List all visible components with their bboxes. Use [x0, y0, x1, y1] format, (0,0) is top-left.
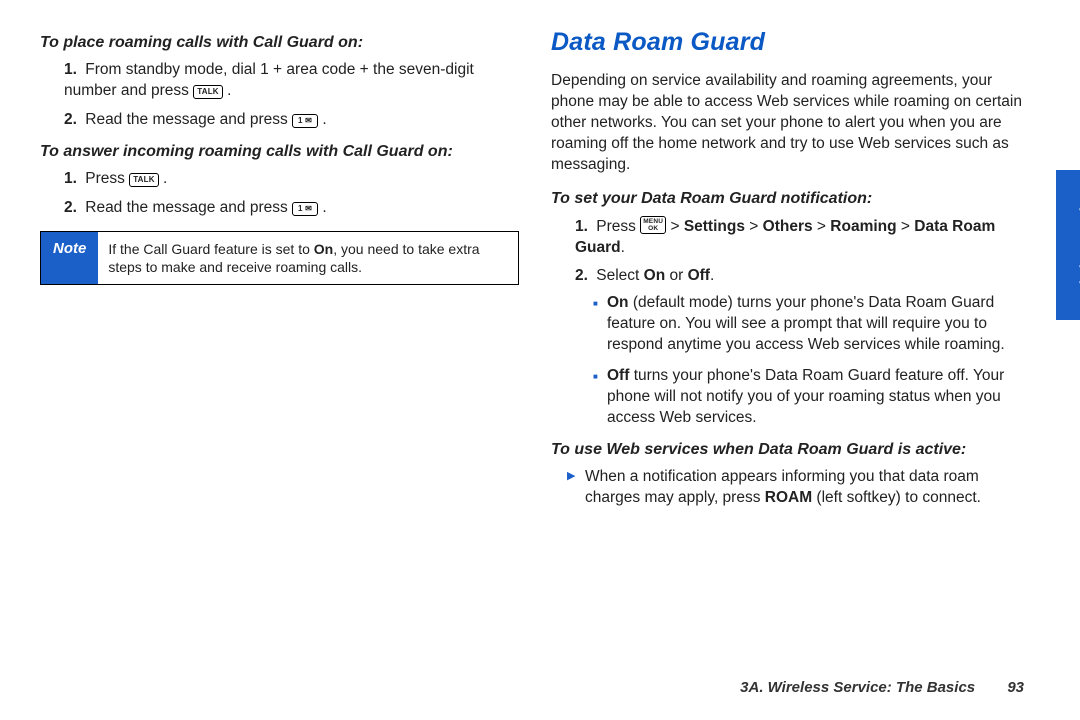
right-column: Data Roam Guard Depending on service ava… — [551, 28, 1030, 519]
page-footer: 3A. Wireless Service: The Basics 93 — [740, 679, 1024, 696]
step-text: > — [813, 218, 831, 235]
two-column-layout: To place roaming calls with Call Guard o… — [40, 28, 1030, 519]
steps-set-notification: 1. Press MENUOK > Settings > Others > Ro… — [551, 216, 1030, 429]
arrow-step: When a notification appears informing yo… — [551, 467, 1030, 509]
note-box: Note If the Call Guard feature is set to… — [40, 231, 519, 285]
step-text: Read the message and press — [85, 199, 292, 216]
step-text: Press — [596, 218, 640, 235]
footer-chapter: 3A. Wireless Service: The Basics — [740, 679, 975, 696]
bullet-text: turns your phone's Data Roam Guard featu… — [607, 367, 1004, 426]
subheading-answer-calls: To answer incoming roaming calls with Ca… — [40, 143, 519, 161]
step-text: > — [745, 218, 763, 235]
menu-ok-key-icon: MENUOK — [640, 216, 666, 234]
bullet-off: Off turns your phone's Data Roam Guard f… — [593, 366, 1030, 429]
step-number: 1. — [64, 170, 77, 187]
section-title: Data Roam Guard — [551, 28, 1030, 57]
step-text: . — [710, 267, 714, 284]
bullet-label: On — [607, 294, 629, 311]
bullet-on: On (default mode) turns your phone's Dat… — [593, 293, 1030, 356]
note-label: Note — [41, 232, 98, 284]
arrow-text: (left softkey) to connect. — [812, 489, 981, 506]
step-text: . — [163, 170, 167, 187]
step-text: . — [322, 199, 326, 216]
step-text: or — [665, 267, 687, 284]
talk-key-icon: TALK — [129, 173, 159, 187]
intro-paragraph: Depending on service availability and ro… — [551, 71, 1030, 176]
option-off: Off — [688, 267, 710, 284]
menu-path: Roaming — [830, 218, 896, 235]
softkey-roam: ROAM — [765, 489, 812, 506]
step-item: 2. Select On or Off. On (default mode) t… — [569, 266, 1030, 428]
step-item: 1. Press TALK . — [58, 169, 519, 190]
option-descriptions: On (default mode) turns your phone's Dat… — [575, 293, 1030, 429]
key-line: MENU — [643, 218, 663, 225]
step-text: > — [897, 218, 915, 235]
step-number: 2. — [64, 199, 77, 216]
menu-path: Settings — [684, 218, 745, 235]
one-msg-key-icon: 1 ✉ — [292, 202, 318, 216]
step-text: . — [227, 82, 231, 99]
note-bold: On — [314, 241, 333, 257]
step-text: Press — [85, 170, 129, 187]
steps-answer-calls: 1. Press TALK . 2. Read the message and … — [40, 169, 519, 219]
one-msg-key-icon: 1 ✉ — [292, 114, 318, 128]
option-on: On — [644, 267, 666, 284]
step-text: > — [670, 218, 683, 235]
page-number: 93 — [1007, 679, 1024, 696]
note-body: If the Call Guard feature is set to On, … — [98, 232, 518, 284]
bullet-label: Off — [607, 367, 629, 384]
step-number: 2. — [64, 111, 77, 128]
step-text: Select — [596, 267, 643, 284]
left-column: To place roaming calls with Call Guard o… — [40, 28, 519, 519]
step-text: . — [621, 239, 625, 256]
subheading-use-web: To use Web services when Data Roam Guard… — [551, 441, 1030, 459]
step-text: Read the message and press — [85, 111, 292, 128]
step-text: . — [322, 111, 326, 128]
subheading-place-calls: To place roaming calls with Call Guard o… — [40, 34, 519, 52]
steps-place-calls: 1. From standby mode, dial 1 + area code… — [40, 60, 519, 131]
step-item: 1. Press MENUOK > Settings > Others > Ro… — [569, 216, 1030, 259]
step-number: 1. — [64, 61, 77, 78]
talk-key-icon: TALK — [193, 85, 223, 99]
step-item: 1. From standby mode, dial 1 + area code… — [58, 60, 519, 102]
step-number: 2. — [575, 267, 588, 284]
step-text: From standby mode, dial 1 + area code + … — [64, 61, 474, 99]
bullet-text: (default mode) turns your phone's Data R… — [607, 294, 1005, 353]
step-item: 2. Read the message and press 1 ✉ . — [58, 198, 519, 219]
key-line: OK — [648, 225, 658, 232]
subheading-set-notification: To set your Data Roam Guard notification… — [551, 190, 1030, 208]
menu-path: Others — [763, 218, 813, 235]
step-item: 2. Read the message and press 1 ✉ . — [58, 110, 519, 131]
manual-page: To place roaming calls with Call Guard o… — [0, 0, 1080, 539]
note-text: If the Call Guard feature is set to — [108, 241, 313, 257]
step-number: 1. — [575, 218, 588, 235]
